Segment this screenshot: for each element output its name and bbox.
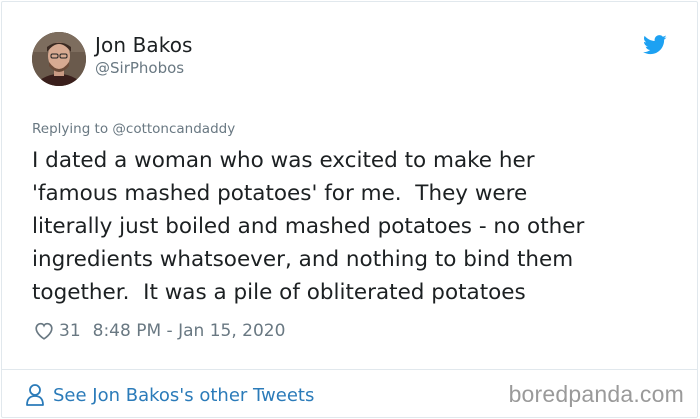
- twitter-bird-icon[interactable]: [643, 35, 667, 55]
- tweet-text-line: ingredients whatsoever, and nothing to b…: [32, 247, 574, 272]
- tweet-text-line: together. It was a pile of obliterated p…: [32, 280, 526, 305]
- like-count: 31: [59, 321, 81, 341]
- replying-to-line: Replying to @cottoncandaddy: [32, 121, 235, 137]
- tweet-text: I dated a woman who was excited to make …: [32, 144, 682, 309]
- author-name[interactable]: Jon Bakos: [95, 33, 193, 57]
- heart-icon: [35, 322, 53, 340]
- replying-prefix: Replying to: [32, 121, 113, 137]
- avatar[interactable]: [32, 32, 86, 86]
- tweet-text-line: 'famous mashed potatoes' for me. They we…: [32, 181, 528, 206]
- boredpanda-watermark: boredpanda.com: [508, 381, 684, 407]
- person-icon: [26, 384, 44, 406]
- see-other-tweets-link[interactable]: See Jon Bakos's other Tweets: [25, 381, 314, 409]
- divider: [1, 369, 698, 370]
- see-other-tweets-label: See Jon Bakos's other Tweets: [53, 384, 315, 406]
- replying-to-user[interactable]: @cottoncandaddy: [112, 121, 235, 137]
- tweet-text-line: I dated a woman who was excited to make …: [32, 148, 535, 173]
- tweet-text-line: literally just boiled and mashed potatoe…: [32, 214, 585, 239]
- author-handle[interactable]: @SirPhobos: [95, 59, 184, 77]
- avatar-photo: [32, 32, 86, 86]
- tweet-timestamp[interactable]: 8:48 PM - Jan 15, 2020: [93, 321, 286, 341]
- like-button[interactable]: 31: [33, 320, 93, 342]
- tweet-meta: 31 8:48 PM - Jan 15, 2020: [33, 318, 285, 344]
